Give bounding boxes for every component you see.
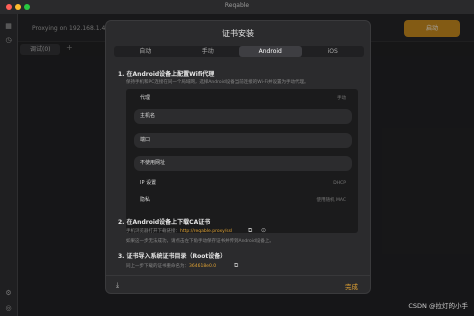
sidebar-icon[interactable]: ▦ — [4, 22, 13, 31]
dialog-title: 证书安装 — [222, 29, 254, 38]
hostname-row: 主机名 — [134, 109, 352, 124]
step3-line1-prefix: 同上一步下载的证书重命名为： — [126, 264, 189, 269]
watermark: CSDN @拉灯的小手 — [408, 302, 468, 310]
bypass-row: 不使用网址 — [134, 156, 352, 171]
gear-icon[interactable]: ⚙ — [4, 289, 13, 298]
privacy-row: 隐私 使用随机 MAC — [134, 193, 352, 208]
app-title: Reqable — [224, 2, 250, 9]
step1-heading: 1. 在Android设备上配置Wifi代理 — [118, 71, 215, 78]
tab-ios[interactable]: iOS — [302, 46, 365, 57]
dialog-footer: ⤓ 完成 — [106, 275, 370, 293]
cert-filename: 364618e0.0 — [189, 264, 217, 269]
privacy-value: 使用随机 MAC — [316, 198, 346, 203]
sidebar-icon[interactable]: ◷ — [4, 36, 13, 45]
step3-line1: 同上一步下载的证书重命名为：364618e0.0 — [126, 263, 216, 269]
phone-wifi-settings: 代理 手动 主机名 端口 不使用网址 IP 设置 DHCP 隐私 使用随机 MA… — [126, 89, 358, 233]
copy-icon[interactable]: ⧉ — [248, 227, 252, 235]
proxy-row: 代理 手动 — [134, 91, 352, 106]
app-window: Reqable ▦ ◷ ⚙ ◎ Proxying on 192.168.1.4 … — [0, 0, 474, 316]
ip-settings-label: IP 设置 — [140, 180, 157, 186]
proxy-value: 手动 — [337, 96, 346, 101]
step2-line1: 手机浏览器打开下载链接：http://reqable.proxy/ssl — [126, 228, 232, 234]
step1-description: 保持手机和PC连接在同一个局域网，选择Android设备当前连接的Wi-Fi并设… — [126, 80, 309, 85]
privacy-label: 隐私 — [140, 197, 151, 203]
step2-heading: 2. 在Android设备上下载CA证书 — [118, 219, 211, 226]
left-sidebar: ▦ ◷ ⚙ ◎ — [0, 14, 18, 316]
bypass-label: 不使用网址 — [140, 160, 166, 166]
ip-settings-value: DHCP — [333, 181, 346, 186]
done-button[interactable]: 完成 — [345, 281, 358, 291]
proxy-label: 代理 — [140, 95, 151, 101]
copy-icon[interactable]: ⧉ — [234, 262, 238, 270]
help-icon[interactable]: ◎ — [4, 304, 13, 313]
tab-android[interactable]: Android — [239, 46, 302, 57]
title-bar: Reqable — [0, 0, 474, 14]
hostname-label: 主机名 — [140, 113, 156, 119]
platform-tabs: 自动 手动 Android iOS — [114, 46, 364, 57]
download-link[interactable]: http://reqable.proxy/ssl — [180, 229, 232, 234]
tab-manual[interactable]: 手动 — [177, 46, 240, 57]
step3-heading: 3. 证书导入系统证书目录（Root设备） — [118, 253, 227, 260]
ip-settings-row: IP 设置 DHCP — [134, 176, 352, 191]
step2-line1-prefix: 手机浏览器打开下载链接： — [126, 229, 180, 234]
step2-line2: 如果这一步无法成功，请点击左下角手动保存证书并传到Android设备上。 — [126, 239, 274, 244]
certificate-install-dialog: 证书安装 自动 手动 Android iOS 1. 在Android设备上配置W… — [105, 20, 371, 294]
port-row: 端口 — [134, 133, 352, 148]
open-link-icon[interactable]: ⊙ — [261, 227, 266, 234]
download-icon[interactable]: ⤓ — [116, 281, 119, 290]
tab-auto[interactable]: 自动 — [114, 46, 177, 57]
port-label: 端口 — [140, 137, 151, 143]
